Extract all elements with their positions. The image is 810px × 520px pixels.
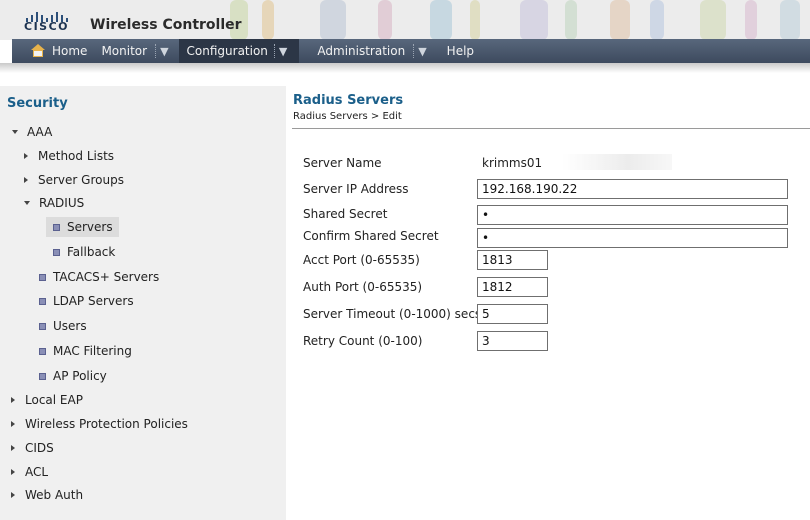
server-ip-label: Server IP Address xyxy=(303,182,409,196)
app-title: Wireless Controller xyxy=(90,17,242,33)
monitor-dropdown-icon[interactable]: ▼ xyxy=(155,44,172,58)
nav-configuration[interactable]: Configuration ▼ xyxy=(178,39,300,63)
nav-help-label: Help xyxy=(446,44,475,58)
tree-item-servers[interactable]: Servers xyxy=(46,217,119,237)
tree-item-local-eap[interactable]: Local EAP xyxy=(11,390,83,410)
tree-item-radius[interactable]: RADIUS xyxy=(24,193,84,213)
expand-arrow-icon[interactable] xyxy=(11,469,15,475)
sidebar-title: Security xyxy=(7,96,68,111)
value-fade xyxy=(562,154,672,170)
main-nav: Home Monitor ▼ Configuration ▼ Administr… xyxy=(12,39,810,63)
tree-item-method-lists[interactable]: Method Lists xyxy=(24,146,114,166)
tree-item-label: Wireless Protection Policies xyxy=(25,417,188,431)
nav-administration[interactable]: Administration xyxy=(309,39,413,63)
nav-monitor-label: Monitor xyxy=(101,44,148,58)
tree-item-label: CIDS xyxy=(25,441,54,455)
acct-port-input[interactable]: 1813 xyxy=(477,250,548,270)
nav-configuration-label: Configuration xyxy=(186,44,268,58)
server-timeout-input[interactable]: 5 xyxy=(477,304,548,324)
breadcrumb: Radius Servers > Edit xyxy=(293,111,402,122)
tree-item-label: ACL xyxy=(25,465,49,479)
tree-item-ap-policy[interactable]: AP Policy xyxy=(39,366,107,386)
tree-item-label: Web Auth xyxy=(25,488,84,502)
bullet-icon xyxy=(39,273,46,281)
shared-secret-input[interactable]: • xyxy=(477,205,788,225)
expand-arrow-icon[interactable] xyxy=(11,397,15,403)
tree-item-label: LDAP Servers xyxy=(53,294,134,308)
retry-count-label: Retry Count (0-100) xyxy=(303,334,423,348)
collapse-arrow-icon[interactable] xyxy=(24,201,30,205)
collapse-arrow-icon[interactable] xyxy=(12,130,18,134)
confirm-secret-input[interactable]: • xyxy=(477,228,788,248)
expand-arrow-icon[interactable] xyxy=(24,177,28,183)
tree-item-server-groups[interactable]: Server Groups xyxy=(24,170,124,190)
bullet-icon xyxy=(39,347,46,355)
nav-shadow xyxy=(0,63,810,73)
bullet-icon xyxy=(39,372,46,380)
home-icon xyxy=(30,44,46,58)
tree-item-label: Servers xyxy=(67,220,113,234)
nav-administration-label: Administration xyxy=(317,44,406,58)
app-header: CISCO Wireless Controller xyxy=(0,0,810,40)
tree-item-users[interactable]: Users xyxy=(39,316,87,336)
expand-arrow-icon[interactable] xyxy=(11,492,15,498)
confirm-secret-label: Confirm Shared Secret xyxy=(303,229,439,243)
server-ip-input[interactable]: 192.168.190.22 xyxy=(477,179,788,199)
auth-port-label: Auth Port (0-65535) xyxy=(303,280,423,294)
expand-arrow-icon[interactable] xyxy=(11,445,15,451)
server-name-value: krimms01 xyxy=(482,156,543,170)
page-title: Radius Servers xyxy=(293,93,404,108)
tree-item-label: AP Policy xyxy=(53,369,107,383)
tree-item-label: Fallback xyxy=(67,245,116,259)
tree-item-label: Server Groups xyxy=(38,173,124,187)
sidebar: Security AAA Method Lists Server Groups … xyxy=(0,86,286,520)
tree-item-fallback[interactable]: Fallback xyxy=(53,242,115,262)
tree-item-label: TACACS+ Servers xyxy=(53,270,160,284)
content-panel: Radius Servers Radius Servers > Edit Ser… xyxy=(292,86,810,520)
auth-port-input[interactable]: 1812 xyxy=(477,277,548,297)
tree-item-mac-filtering[interactable]: MAC Filtering xyxy=(39,341,132,361)
logo-text: CISCO xyxy=(24,20,70,33)
tree-item-label: Local EAP xyxy=(25,393,83,407)
tree-item-cids[interactable]: CIDS xyxy=(11,438,54,458)
tree-item-acl[interactable]: ACL xyxy=(11,462,48,482)
tree-item-label: MAC Filtering xyxy=(53,344,132,358)
tree-item-label: Method Lists xyxy=(38,149,115,163)
server-timeout-label: Server Timeout (0-1000) secs xyxy=(303,307,482,321)
configuration-dropdown-icon[interactable]: ▼ xyxy=(273,44,291,58)
tree-item-label: AAA xyxy=(27,125,53,139)
administration-dropdown-icon[interactable]: ▼ xyxy=(413,44,430,58)
nav-home-label: Home xyxy=(52,44,88,58)
tree-item-aaa[interactable]: AAA xyxy=(12,122,52,142)
tree-item-wireless-protection-policies[interactable]: Wireless Protection Policies xyxy=(11,414,188,434)
nav-monitor[interactable]: Monitor xyxy=(95,39,155,63)
acct-port-label: Acct Port (0-65535) xyxy=(303,253,420,267)
title-divider xyxy=(292,128,810,129)
tree-item-ldap-servers[interactable]: LDAP Servers xyxy=(39,291,134,311)
nav-help[interactable]: Help xyxy=(439,39,482,63)
server-name-label: Server Name xyxy=(303,156,382,170)
nav-home[interactable]: Home xyxy=(12,39,95,63)
tree-item-label: RADIUS xyxy=(39,196,85,210)
tree-item-web-auth[interactable]: Web Auth xyxy=(11,485,83,505)
bullet-icon xyxy=(39,297,46,305)
expand-arrow-icon[interactable] xyxy=(11,421,15,427)
tree-item-tacacs-servers[interactable]: TACACS+ Servers xyxy=(39,267,159,287)
bullet-icon xyxy=(39,322,46,330)
tree-item-label: Users xyxy=(53,319,87,333)
bullet-icon xyxy=(53,223,60,231)
shared-secret-label: Shared Secret xyxy=(303,207,388,221)
expand-arrow-icon[interactable] xyxy=(24,153,28,159)
bullet-icon xyxy=(53,248,60,256)
cisco-logo: CISCO xyxy=(24,4,72,34)
retry-count-input[interactable]: 3 xyxy=(477,331,548,351)
